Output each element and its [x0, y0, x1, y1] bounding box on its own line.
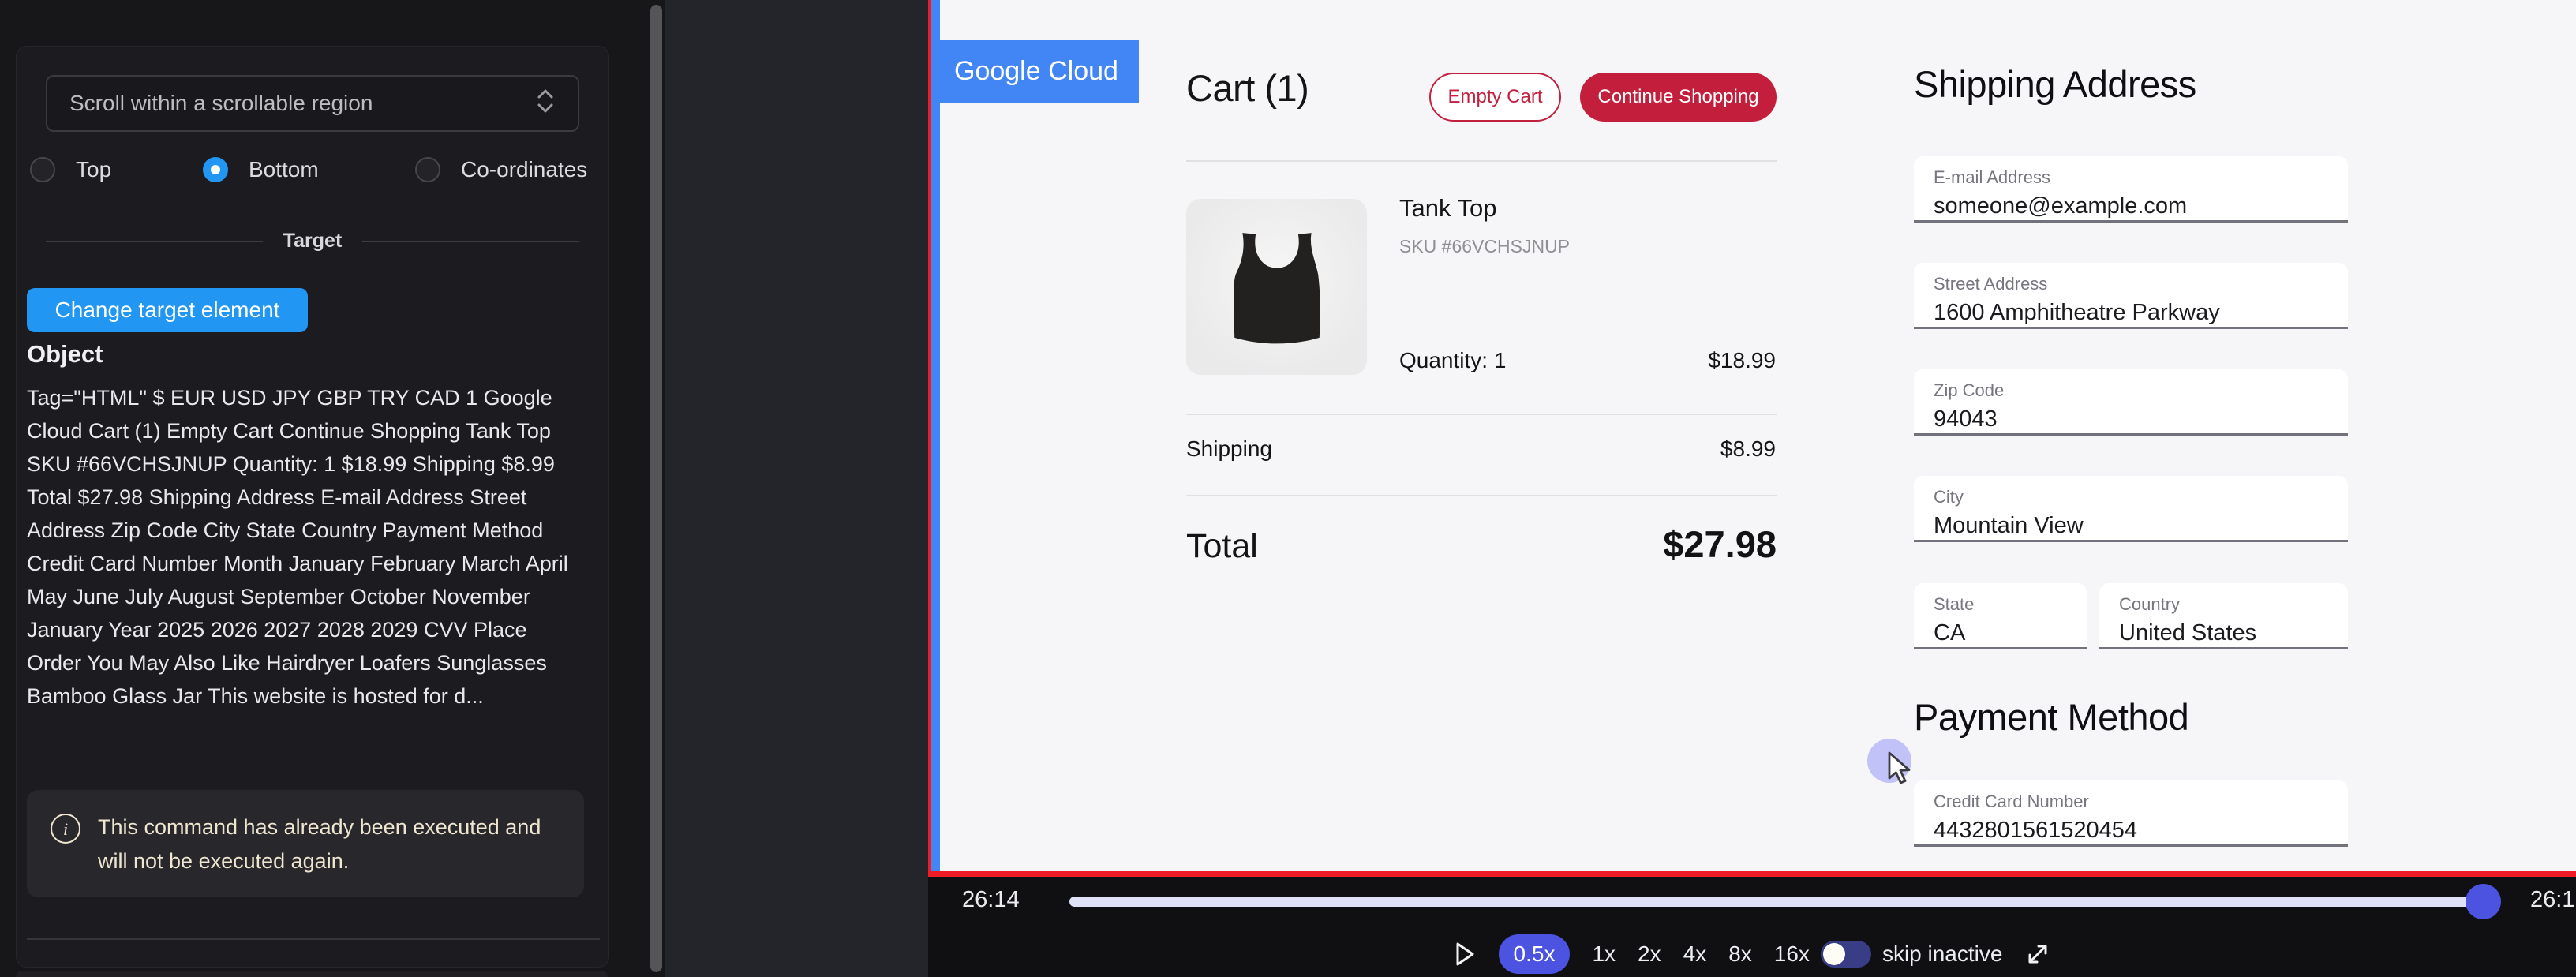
zip-field-label: Zip Code [1934, 380, 2348, 401]
product-name: Tank Top [1399, 194, 1497, 223]
payment-method-heading: Payment Method [1914, 695, 2188, 739]
city-field[interactable]: City Mountain View [1914, 476, 2348, 542]
shipping-address-heading: Shipping Address [1914, 62, 2196, 106]
total-value: $27.98 [1540, 522, 1777, 566]
command-type-select[interactable]: Scroll within a scrollable region [46, 75, 579, 132]
street-field[interactable]: Street Address 1600 Amphitheatre Parkway [1914, 263, 2348, 329]
radio-bottom[interactable]: Bottom [203, 157, 319, 182]
state-field-value: CA [1934, 620, 2087, 646]
target-section-label: Target [283, 230, 343, 253]
radio-top[interactable]: Top [30, 157, 111, 182]
panel-bottom-divider [27, 938, 600, 940]
continue-shopping-button[interactable]: Continue Shopping [1580, 73, 1777, 122]
end-time: 26:1 [2530, 887, 2576, 913]
radio-coordinates-circle[interactable] [415, 157, 440, 182]
object-heading: Object [27, 340, 103, 369]
radio-bottom-circle[interactable] [203, 157, 228, 182]
tank-top-image [1211, 208, 1343, 366]
street-field-label: Street Address [1934, 274, 2348, 294]
zip-field[interactable]: Zip Code 94043 [1914, 369, 2348, 436]
empty-cart-button[interactable]: Empty Cart [1429, 73, 1561, 122]
next-panel-peek [16, 971, 608, 977]
scroll-position-radio-group: Top Bottom Co-ordinates [30, 157, 595, 189]
skip-inactive-label: skip inactive [1882, 941, 2003, 967]
radio-top-label: Top [76, 157, 111, 182]
radio-top-circle[interactable] [30, 157, 55, 182]
speed-0.5x-button[interactable]: 0.5x [1499, 934, 1571, 974]
toggle-knob[interactable] [1823, 943, 1845, 965]
command-panel: Scroll within a scrollable region Top Bo… [16, 46, 609, 968]
cart-divider [1186, 495, 1777, 496]
play-button[interactable] [1453, 940, 1477, 968]
change-target-button[interactable]: Change target element [27, 288, 308, 332]
cart-divider [1186, 160, 1777, 162]
credit-card-field[interactable]: Credit Card Number 4432801561520454 [1914, 780, 2348, 847]
product-image [1186, 199, 1367, 375]
product-price: $18.99 [1638, 348, 1776, 373]
country-field-value: United States [2119, 620, 2348, 646]
sidebar-scrollbar[interactable] [650, 5, 662, 972]
speed-16x-button[interactable]: 16x [1774, 941, 1810, 967]
credit-card-field-value: 4432801561520454 [1934, 818, 2348, 844]
divider-line [362, 241, 579, 242]
replay-screenshot [939, 0, 2576, 871]
progress-bar[interactable] [1069, 897, 2500, 907]
target-highlight-left-border [928, 0, 931, 877]
shipping-row-value: $8.99 [1638, 436, 1776, 462]
notice-text: This command has already been executed a… [98, 810, 560, 877]
speed-8x-button[interactable]: 8x [1728, 941, 1752, 967]
total-label: Total [1186, 527, 1258, 566]
radio-bottom-label: Bottom [249, 157, 319, 182]
zip-field-value: 94043 [1934, 406, 2348, 432]
speed-4x-button[interactable]: 4x [1683, 941, 1707, 967]
state-field-label: State [1934, 594, 2087, 615]
product-quantity: Quantity: 1 [1399, 348, 1506, 373]
fullscreen-button[interactable] [2024, 941, 2051, 968]
cart-title: Cart (1) [1186, 66, 1309, 110]
command-type-value: Scroll within a scrollable region [69, 91, 373, 116]
info-icon: i [51, 814, 80, 844]
current-time: 26:14 [962, 887, 1020, 913]
country-field-label: Country [2119, 594, 2348, 615]
email-field-label: E-mail Address [1934, 167, 2348, 188]
divider-line [46, 241, 263, 242]
email-field-value: someone@example.com [1934, 193, 2348, 219]
speed-1x-button[interactable]: 1x [1592, 941, 1616, 967]
player-controls: 0.5x 1x 2x 4x 8x 16x skip inactive [928, 934, 2576, 975]
command-executed-notice: i This command has already been executed… [27, 790, 584, 897]
object-description-text: Tag="HTML" $ EUR USD JPY GBP TRY CAD 1 G… [27, 381, 584, 713]
sidebar: Scroll within a scrollable region Top Bo… [0, 0, 665, 977]
select-chevrons-icon [535, 88, 556, 120]
email-field[interactable]: E-mail Address someone@example.com [1914, 156, 2348, 223]
cart-divider [1186, 414, 1777, 415]
radio-coordinates[interactable]: Co-ordinates [415, 157, 587, 182]
mouse-cursor-icon [1886, 751, 1918, 790]
product-sku: SKU #66VCHSJNUP [1399, 236, 1570, 257]
target-highlight-bottom-border [928, 871, 2576, 877]
highlighted-element-badge: Google Cloud [940, 40, 1139, 103]
credit-card-field-label: Credit Card Number [1934, 792, 2348, 812]
state-field[interactable]: State CA [1914, 583, 2087, 649]
skip-inactive-toggle[interactable] [1821, 941, 1871, 968]
target-section-divider: Target [46, 230, 579, 253]
element-highlight-left-border [931, 0, 940, 871]
street-field-value: 1600 Amphitheatre Parkway [1934, 300, 2348, 326]
city-field-value: Mountain View [1934, 513, 2348, 539]
city-field-label: City [1934, 487, 2348, 507]
country-field[interactable]: Country United States [2099, 583, 2348, 649]
radio-coordinates-label: Co-ordinates [461, 157, 587, 182]
shipping-row-label: Shipping [1186, 436, 1272, 462]
speed-2x-button[interactable]: 2x [1638, 941, 1661, 967]
progress-knob[interactable] [2466, 884, 2501, 919]
